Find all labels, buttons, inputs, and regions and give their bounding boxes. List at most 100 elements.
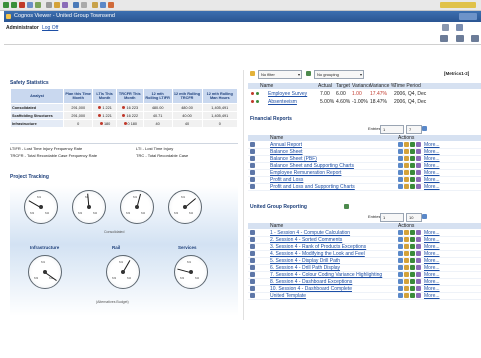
action-icon[interactable] [416, 286, 421, 291]
action-icon[interactable] [410, 251, 415, 256]
action-icon[interactable] [398, 170, 403, 175]
action-icon[interactable] [398, 230, 403, 235]
list-item[interactable]: 5. Session 4 - Display Drill Path More... [248, 258, 481, 265]
action-icon[interactable] [398, 149, 403, 154]
refresh-icon[interactable] [27, 2, 33, 8]
go-icon[interactable] [422, 214, 427, 219]
action-icon[interactable] [410, 149, 415, 154]
action-icon[interactable] [410, 184, 415, 189]
action-icon[interactable] [410, 156, 415, 161]
list-item[interactable]: 8. Session 4 - Dashboard Exceptions More.… [248, 279, 481, 286]
action-icon[interactable] [398, 177, 403, 182]
entries-to-input[interactable]: 10 [406, 213, 422, 222]
action-icon[interactable] [416, 177, 421, 182]
action-icon[interactable] [398, 258, 403, 263]
entries-to-input[interactable]: 7 [406, 125, 422, 134]
list-item[interactable]: Annual Report More... [248, 142, 481, 149]
window-icon[interactable] [100, 2, 106, 8]
action-icon[interactable] [404, 149, 409, 154]
metric-row[interactable]: Employee Survey 7.00 6.00 1.00 17.47% 20… [248, 91, 481, 97]
action-icon[interactable] [404, 265, 409, 270]
folder-icon[interactable] [92, 2, 98, 8]
mail-icon[interactable] [73, 2, 79, 8]
refresh-icon[interactable] [344, 204, 349, 209]
list-item[interactable]: 7. Session 4 - Colour Coding Variance Hi… [248, 272, 481, 279]
list-item[interactable]: 10. Session 4 - Dashboard Complete More..… [248, 286, 481, 293]
portal-icon[interactable] [456, 24, 463, 31]
report-link[interactable]: Profit and Loss and Supporting Charts [270, 184, 355, 190]
action-icon[interactable] [410, 244, 415, 249]
metric-name[interactable]: Absenteeism [268, 99, 297, 105]
report-link[interactable]: 8. Session 4 - Dashboard Exceptions [270, 279, 352, 285]
action-icon[interactable] [404, 156, 409, 161]
action-icon[interactable] [416, 184, 421, 189]
back-icon[interactable] [3, 2, 9, 8]
action-icon[interactable] [416, 170, 421, 175]
report-link[interactable]: Balance Sheet (PBF) [270, 156, 317, 162]
logoff-link[interactable]: Log Off [42, 25, 58, 31]
more-link[interactable]: More... [424, 142, 440, 148]
help-menu-button[interactable] [459, 13, 477, 20]
more-link[interactable]: More... [424, 279, 440, 285]
list-item[interactable]: Balance Sheet (PBF) More... [248, 156, 481, 163]
action-icon[interactable] [404, 142, 409, 147]
action-icon[interactable] [416, 293, 421, 298]
action-icon[interactable] [398, 156, 403, 161]
action-icon[interactable] [416, 251, 421, 256]
action-icon[interactable] [398, 237, 403, 242]
filter-select[interactable]: No filter ▾ [258, 70, 302, 79]
list-item[interactable]: 3. Session 4 - Rank of Products Exceptio… [248, 244, 481, 251]
action-icon[interactable] [398, 142, 403, 147]
action-icon[interactable] [410, 142, 415, 147]
action-icon[interactable] [416, 230, 421, 235]
action-icon[interactable] [410, 265, 415, 270]
edit-page-icon[interactable] [440, 35, 448, 42]
action-icon[interactable] [410, 279, 415, 284]
report-link[interactable]: 6. Session 4 - Drill Path Display [270, 265, 340, 271]
more-link[interactable]: More... [424, 184, 440, 190]
action-icon[interactable] [416, 156, 421, 161]
action-icon[interactable] [404, 163, 409, 168]
list-item[interactable]: 2. Session 4 - Sorted Comments More... [248, 237, 481, 244]
more-link[interactable]: More... [424, 265, 440, 271]
tools-icon[interactable] [108, 2, 114, 8]
action-icon[interactable] [410, 286, 415, 291]
new-page-icon[interactable] [456, 35, 464, 42]
favorites-icon[interactable] [54, 2, 60, 8]
list-item[interactable]: 1 - Session 4 - Compute Calculation More.… [248, 230, 481, 237]
more-link[interactable]: More... [424, 177, 440, 183]
report-link[interactable]: Balance Sheet [270, 149, 303, 155]
action-icon[interactable] [410, 272, 415, 277]
more-link[interactable]: More... [424, 258, 440, 264]
list-item[interactable]: Balance Sheet and Supporting Charts More.… [248, 163, 481, 170]
action-icon[interactable] [416, 265, 421, 270]
more-link[interactable]: More... [424, 251, 440, 257]
report-link[interactable]: 7. Session 4 - Colour Coding Variance Hi… [270, 272, 382, 278]
action-icon[interactable] [416, 272, 421, 277]
action-icon[interactable] [404, 184, 409, 189]
edit-icon[interactable] [81, 2, 87, 8]
action-icon[interactable] [404, 170, 409, 175]
action-icon[interactable] [404, 251, 409, 256]
home-icon[interactable] [35, 2, 41, 8]
print-icon[interactable] [46, 2, 52, 8]
report-link[interactable]: 4. Session 4 - Modifying the Look and Fe… [270, 251, 365, 257]
report-link[interactable]: 3. Session 4 - Rank of Products Exceptio… [270, 244, 366, 250]
action-icon[interactable] [416, 258, 421, 263]
more-link[interactable]: More... [424, 170, 440, 176]
action-icon[interactable] [398, 272, 403, 277]
more-link[interactable]: More... [424, 293, 440, 299]
more-link[interactable]: More... [424, 272, 440, 278]
action-icon[interactable] [416, 279, 421, 284]
action-icon[interactable] [416, 142, 421, 147]
entries-from-input[interactable]: 1 [380, 213, 404, 222]
action-icon[interactable] [416, 237, 421, 242]
action-icon[interactable] [416, 163, 421, 168]
action-icon[interactable] [416, 149, 421, 154]
action-icon[interactable] [410, 163, 415, 168]
action-icon[interactable] [404, 279, 409, 284]
more-link[interactable]: More... [424, 286, 440, 292]
action-icon[interactable] [410, 230, 415, 235]
action-icon[interactable] [416, 244, 421, 249]
go-icon[interactable] [422, 126, 427, 131]
